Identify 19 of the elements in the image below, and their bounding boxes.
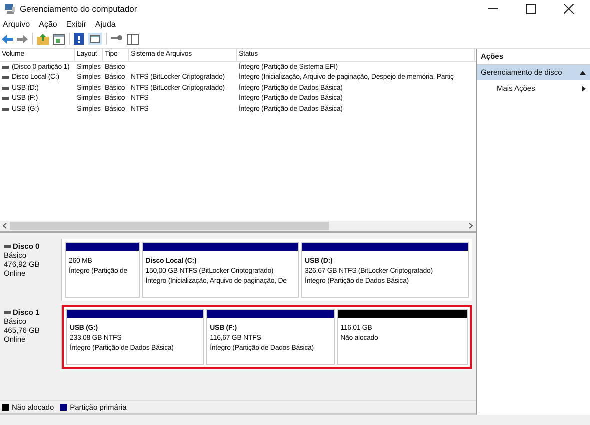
scroll-right-icon[interactable] (469, 223, 473, 229)
maximize-icon[interactable] (526, 4, 536, 14)
window-title: Gerenciamento do computador (20, 4, 138, 14)
window-pane-icon[interactable] (88, 33, 102, 45)
console-tree-icon[interactable] (53, 34, 65, 44)
forward-arrow-icon[interactable] (17, 34, 28, 44)
folder-up-icon[interactable] (37, 34, 49, 44)
collapse-icon (580, 70, 586, 74)
computer-management-icon (4, 3, 16, 15)
menu-item[interactable]: Exibir (66, 20, 86, 28)
menu-item[interactable]: Ação (39, 20, 58, 28)
scrollbar-thumb[interactable] (10, 222, 330, 230)
back-arrow-icon[interactable] (2, 34, 13, 44)
menu-item[interactable]: Ajuda (95, 20, 116, 28)
scroll-left-icon[interactable] (3, 223, 7, 229)
panel-icon[interactable] (127, 34, 139, 44)
submenu-arrow-icon (582, 86, 586, 92)
menu-item[interactable]: Arquivo (3, 20, 30, 28)
close-icon[interactable] (564, 4, 574, 14)
